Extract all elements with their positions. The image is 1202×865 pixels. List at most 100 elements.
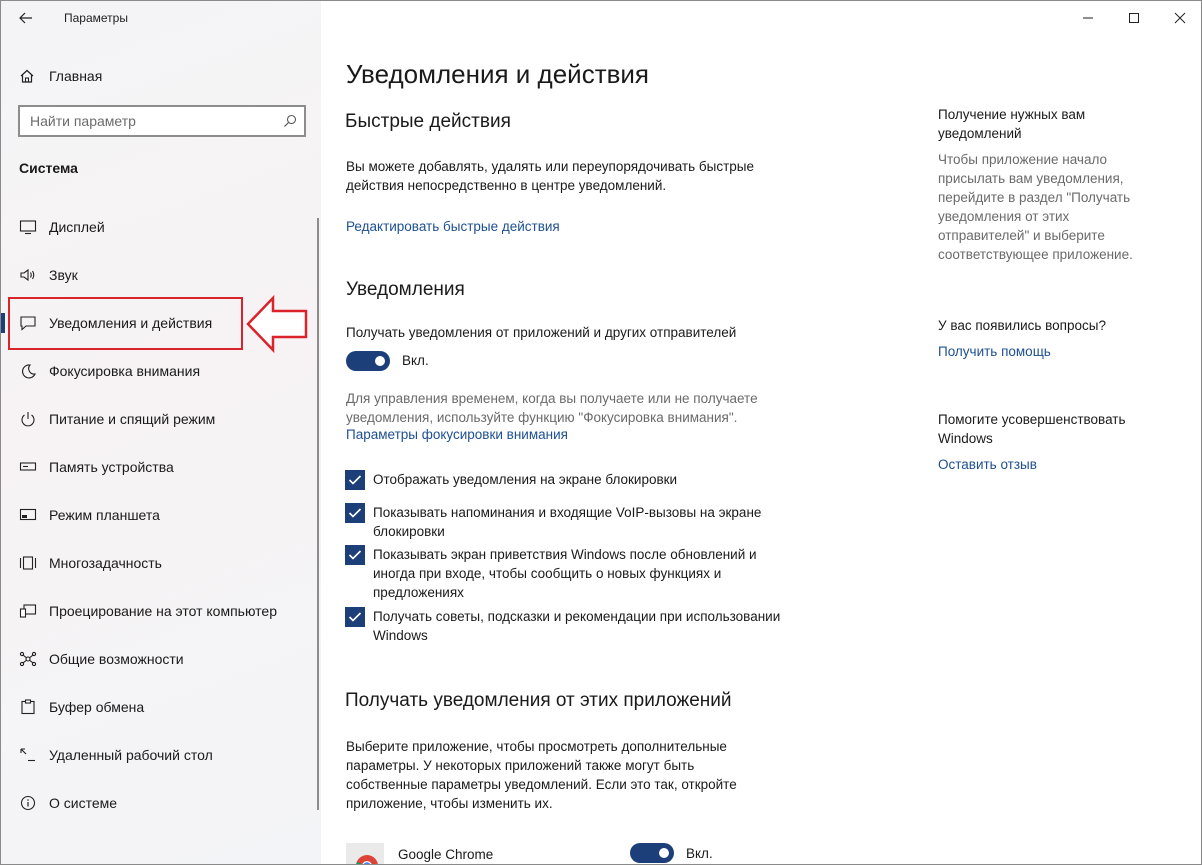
checkbox-checked[interactable] <box>345 607 365 627</box>
checkbox-checked[interactable] <box>345 503 365 523</box>
checkmark-icon <box>348 475 362 485</box>
close-button[interactable] <box>1157 1 1201 35</box>
app-title: Параметры <box>64 11 128 25</box>
app-toggle[interactable] <box>630 843 674 863</box>
shared-icon <box>19 650 37 668</box>
sidebar-item-label: Звук <box>49 267 78 283</box>
sidebar-item-multitasking[interactable]: Многозадачность <box>1 539 321 587</box>
right-heading-get-notifications: Получение нужных вам уведомлений <box>938 107 1086 141</box>
storage-icon <box>19 458 37 476</box>
close-icon <box>1174 12 1186 24</box>
apps-heading: Получать уведомления от этих приложений <box>345 690 732 711</box>
tablet-icon <box>19 506 37 524</box>
notifications-toggle[interactable] <box>346 351 390 371</box>
notifications-heading: Уведомления <box>346 279 465 300</box>
checkbox-row[interactable]: Получать советы, подсказки и рекомендаци… <box>345 607 783 645</box>
sidebar-item-remote-desktop[interactable]: Удаленный рабочий стол <box>1 731 321 779</box>
checkbox-checked[interactable] <box>345 470 365 490</box>
info-icon <box>19 794 37 812</box>
sidebar-item-label: Питание и спящий режим <box>49 411 216 427</box>
moon-icon <box>19 362 37 380</box>
checkbox-row[interactable]: Показывать экран приветствия Windows пос… <box>345 545 783 602</box>
sidebar-item-label: Общие возможности <box>49 651 184 667</box>
project-icon <box>19 602 37 620</box>
sidebar-item-label: Режим планшета <box>49 507 160 523</box>
sidebar-item-projecting[interactable]: Проецирование на этот компьютер <box>1 587 321 635</box>
right-heading-improve: Помогите усовершенствовать Windows <box>938 412 1126 446</box>
feedback-link[interactable]: Оставить отзыв <box>938 457 1037 472</box>
search-icon[interactable] <box>282 113 298 129</box>
checkbox-label: Получать советы, подсказки и рекомендаци… <box>373 609 781 643</box>
checkbox-label: Показывать напоминания и входящие VoIP-в… <box>373 505 762 539</box>
chrome-icon <box>346 843 384 864</box>
app-name: Google Chrome <box>398 847 494 862</box>
sidebar-item-label: Проецирование на этот компьютер <box>49 603 277 619</box>
sidebar-item-label: Удаленный рабочий стол <box>49 747 213 763</box>
sidebar-item-label: Уведомления и действия <box>49 315 213 331</box>
main-content: Уведомления и действия Быстрые действия … <box>321 1 1201 864</box>
power-icon <box>19 410 37 428</box>
toggle-knob <box>659 848 669 858</box>
page-title: Уведомления и действия <box>346 59 650 89</box>
focus-desc: Для управления временем, когда вы получа… <box>346 391 758 425</box>
sidebar: Параметры Главная Система Дисплей Звук <box>1 1 321 864</box>
notification-icon <box>19 314 37 332</box>
right-heading-questions: У вас появились вопросы? <box>938 318 1106 333</box>
sidebar-item-sound[interactable]: Звук <box>1 251 321 299</box>
search-input[interactable] <box>20 107 270 135</box>
checkmark-icon <box>348 612 362 622</box>
sidebar-item-focus[interactable]: Фокусировка внимания <box>1 347 321 395</box>
clipboard-icon <box>19 698 37 716</box>
back-button[interactable] <box>13 7 39 29</box>
home-link[interactable]: Главная <box>19 65 102 87</box>
sidebar-item-tablet[interactable]: Режим планшета <box>1 491 321 539</box>
sidebar-item-label: Многозадачность <box>49 555 162 571</box>
checkbox-label: Показывать экран приветствия Windows пос… <box>373 547 757 600</box>
focus-settings-link[interactable]: Параметры фокусировки внимания <box>346 427 568 442</box>
app-toggle-state: Вкл. <box>686 846 713 861</box>
right-desc-get-notifications: Чтобы приложение начало присылать вам ув… <box>938 152 1133 262</box>
home-icon <box>19 68 35 84</box>
checkbox-checked[interactable] <box>345 545 365 565</box>
sidebar-item-label: Память устройства <box>49 459 174 475</box>
sidebar-item-label: Фокусировка внимания <box>49 363 201 379</box>
sidebar-scrollbar[interactable] <box>317 218 319 810</box>
section-title: Система <box>19 160 78 176</box>
quick-actions-desc: Вы можете добавлять, удалять или переупо… <box>346 159 754 193</box>
window-controls <box>1065 1 1201 35</box>
sidebar-item-label: О системе <box>49 795 118 811</box>
titlebar-left: Параметры <box>1 1 321 35</box>
monitor-icon <box>19 218 37 236</box>
checkmark-icon <box>348 508 362 518</box>
sidebar-item-about[interactable]: О системе <box>1 779 321 827</box>
get-help-link[interactable]: Получить помощь <box>938 344 1051 359</box>
checkbox-label: Отображать уведомления на экране блокиро… <box>373 472 678 487</box>
home-label: Главная <box>49 68 103 84</box>
notifications-toggle-label: Получать уведомления от приложений и дру… <box>346 325 737 340</box>
multitask-icon <box>19 554 37 572</box>
sidebar-item-label: Буфер обмена <box>49 699 145 715</box>
apps-desc: Выберите приложение, чтобы просмотреть д… <box>346 739 737 811</box>
sidebar-item-label: Дисплей <box>49 219 105 235</box>
sidebar-item-display[interactable]: Дисплей <box>1 203 321 251</box>
remote-desktop-icon <box>19 746 37 764</box>
notifications-toggle-state: Вкл. <box>402 353 429 368</box>
maximize-button[interactable] <box>1111 1 1157 35</box>
edit-quick-actions-link[interactable]: Редактировать быстрые действия <box>346 219 560 234</box>
back-arrow-icon <box>19 12 32 24</box>
sidebar-item-storage[interactable]: Память устройства <box>1 443 321 491</box>
checkmark-icon <box>348 550 362 560</box>
sidebar-item-clipboard[interactable]: Буфер обмена <box>1 683 321 731</box>
minimize-button[interactable] <box>1065 1 1111 35</box>
search-box[interactable] <box>18 105 306 137</box>
minimize-icon <box>1083 17 1093 19</box>
settings-window: Параметры Главная Система Дисплей Звук <box>0 0 1202 865</box>
sidebar-item-power[interactable]: Питание и спящий режим <box>1 395 321 443</box>
pointer-arrow-icon <box>246 295 308 353</box>
sidebar-item-shared[interactable]: Общие возможности <box>1 635 321 683</box>
quick-actions-heading: Быстрые действия <box>345 111 511 132</box>
toggle-knob <box>375 356 385 366</box>
checkbox-row[interactable]: Отображать уведомления на экране блокиро… <box>345 470 783 490</box>
speaker-icon <box>19 266 37 284</box>
checkbox-row[interactable]: Показывать напоминания и входящие VoIP-в… <box>345 503 783 541</box>
